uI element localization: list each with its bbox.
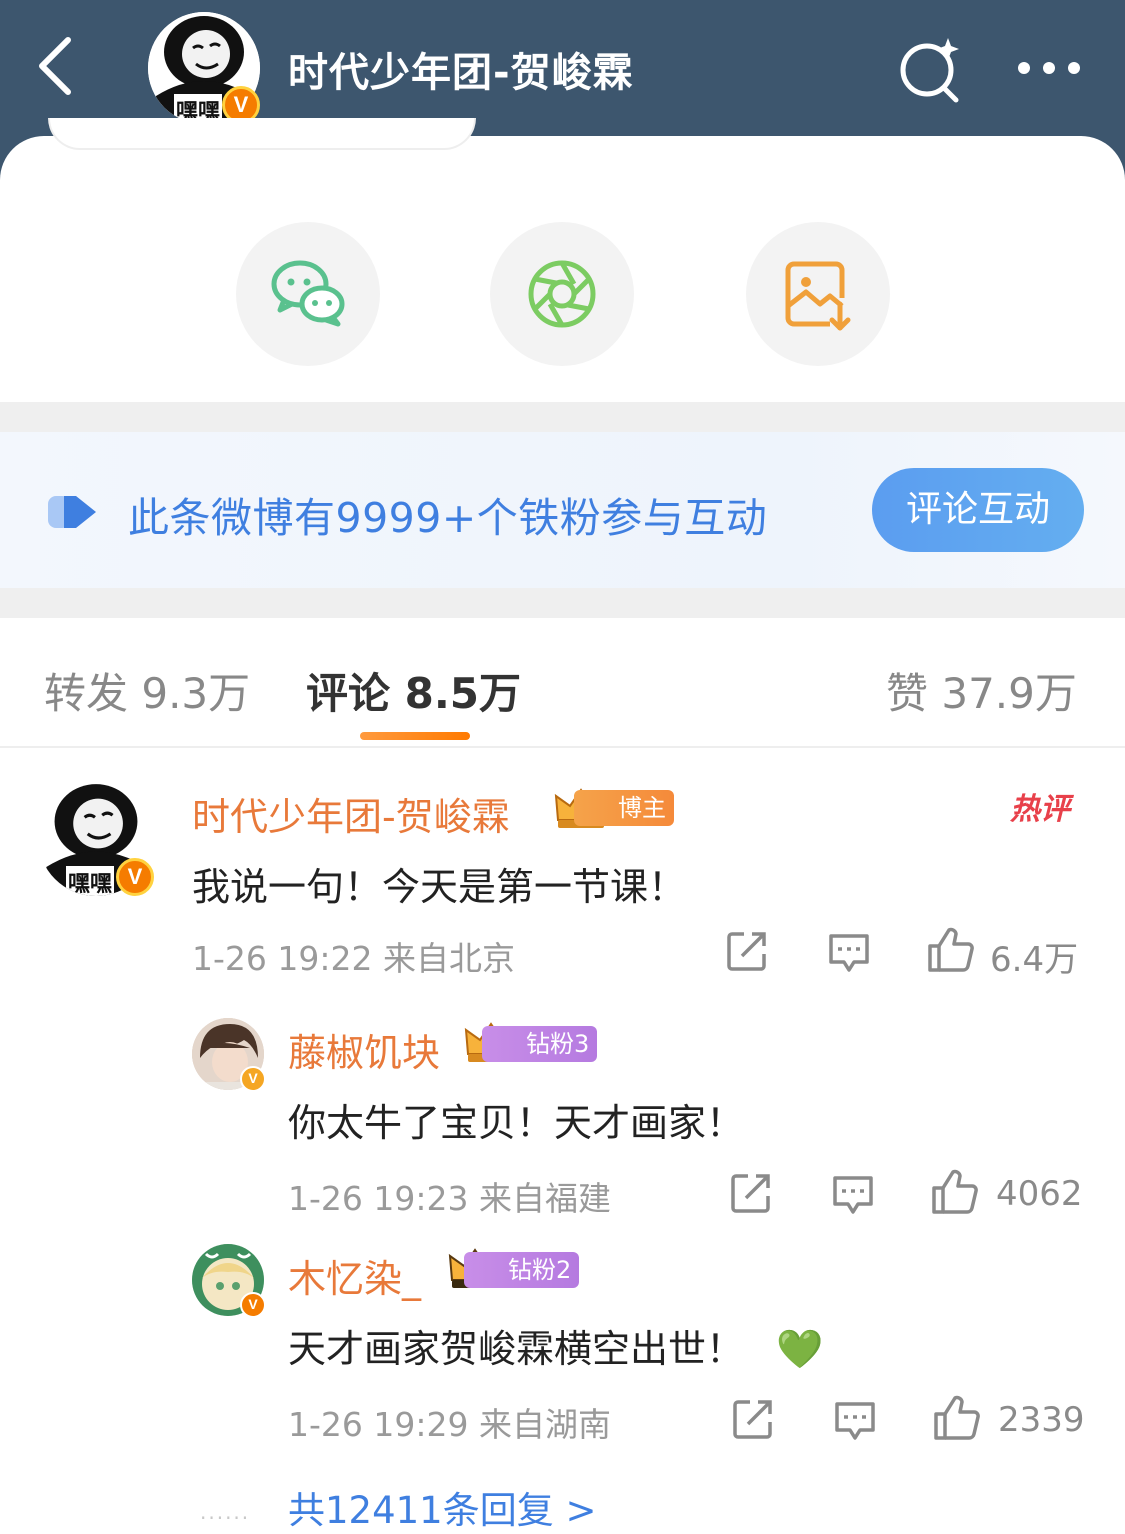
reply-meta: 1-26 19:23 来自福建 bbox=[288, 1179, 611, 1218]
reply-icon[interactable] bbox=[832, 1398, 878, 1444]
comment-text: 我说一句！今天是第一节课！ bbox=[192, 865, 687, 909]
like-icon[interactable] bbox=[932, 1394, 980, 1442]
interaction-icon bbox=[48, 496, 96, 528]
section-divider bbox=[0, 588, 1125, 618]
reply-meta: 1-26 19:29 来自湖南 bbox=[288, 1405, 611, 1444]
like-count: 6.4万 bbox=[990, 940, 1079, 980]
share-wechat-button[interactable] bbox=[236, 222, 380, 366]
like-count: 2339 bbox=[998, 1400, 1085, 1440]
comment-interact-button[interactable]: 评论互动 bbox=[872, 468, 1084, 552]
hot-comment-tag: 热评 bbox=[1010, 792, 1070, 827]
repost-icon[interactable] bbox=[728, 1170, 774, 1216]
chevron-left-icon bbox=[39, 37, 71, 95]
sheet-handle bbox=[48, 118, 476, 150]
search-sparkle-icon bbox=[900, 38, 959, 103]
save-image-button[interactable] bbox=[746, 222, 890, 366]
reply-username[interactable]: 木忆染_ bbox=[288, 1248, 421, 1303]
moments-icon bbox=[528, 260, 596, 328]
more-button[interactable] bbox=[1012, 48, 1086, 88]
tab-like[interactable]: 赞 37.9万 bbox=[886, 660, 1077, 721]
like-count: 4062 bbox=[996, 1174, 1083, 1214]
like-icon[interactable] bbox=[926, 926, 974, 974]
tab-repost[interactable]: 转发 9.3万 bbox=[44, 660, 250, 721]
fan-level-badge: 钻粉3 bbox=[482, 1026, 598, 1062]
save-image-icon bbox=[785, 261, 851, 331]
verified-badge-icon: V bbox=[240, 1292, 266, 1318]
reply-icon[interactable] bbox=[826, 930, 872, 976]
repost-icon[interactable] bbox=[724, 928, 770, 974]
reply-icon[interactable] bbox=[830, 1172, 876, 1218]
green-heart-icon: 💚 bbox=[776, 1327, 824, 1371]
tab-comment[interactable]: 评论 8.5万 bbox=[306, 660, 521, 721]
like-icon[interactable] bbox=[930, 1168, 978, 1216]
page-title: 时代少年团-贺峻霖 bbox=[288, 50, 634, 96]
reply-username[interactable]: 藤椒饥块 bbox=[288, 1022, 440, 1077]
reply-text: 天才画家贺峻霖横空出世！ 💚 bbox=[288, 1318, 823, 1373]
share-moments-button[interactable] bbox=[490, 222, 634, 366]
reply-leader-dots: ...... bbox=[200, 1500, 251, 1524]
comment-username[interactable]: 时代少年团-贺峻霖 bbox=[192, 786, 510, 841]
reply-text-body: 天才画家贺峻霖横空出世！ bbox=[288, 1327, 745, 1371]
search-button[interactable] bbox=[896, 34, 966, 104]
verified-badge-icon: V bbox=[240, 1066, 266, 1092]
section-divider bbox=[0, 402, 1125, 432]
wechat-icon bbox=[271, 260, 345, 327]
reply-text: 你太牛了宝贝！天才画家！ bbox=[288, 1101, 745, 1145]
more-dots-icon bbox=[1018, 62, 1080, 74]
verified-badge-icon: V bbox=[116, 858, 154, 896]
avatar-caption: 嘿嘿 bbox=[66, 866, 115, 896]
back-button[interactable] bbox=[30, 30, 90, 100]
repost-icon[interactable] bbox=[730, 1396, 776, 1442]
active-tab-indicator bbox=[360, 732, 470, 740]
comment-meta: 1-26 19:22 来自北京 bbox=[192, 939, 515, 978]
view-all-replies-link[interactable]: 共12411条回复 > bbox=[288, 1480, 596, 1534]
blogger-badge: 博主 bbox=[574, 790, 674, 826]
fan-level-badge: 钻粉2 bbox=[464, 1252, 580, 1288]
banner-text: 此条微博有9999+个铁粉参与互动 bbox=[128, 494, 768, 542]
